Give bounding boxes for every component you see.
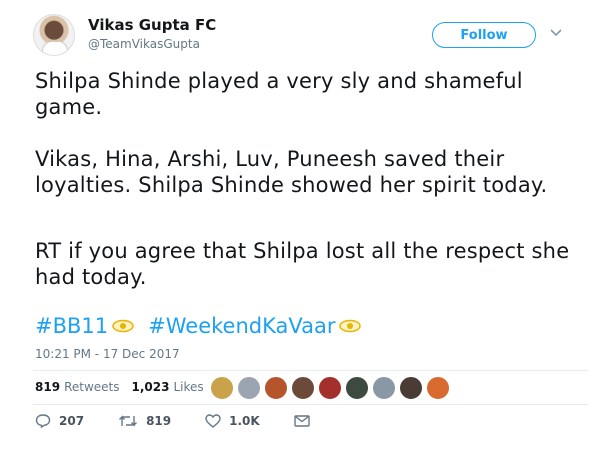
likes-count[interactable]: 1,023 [132, 380, 170, 394]
divider [33, 404, 588, 405]
like-count: 1.0K [229, 414, 260, 428]
account-handle[interactable]: @TeamVikasGupta [88, 37, 200, 51]
envelope-icon [293, 415, 310, 427]
tweet-paragraph: RT if you agree that Shilpa lost all the… [35, 239, 570, 289]
account-name[interactable]: Vikas Gupta FC [88, 16, 216, 34]
tweet-paragraph: Vikas, Hina, Arshi, Luv, Puneesh saved t… [35, 147, 548, 197]
hashtag-link[interactable]: #BB11 [35, 314, 108, 338]
retweets-count[interactable]: 819 [35, 380, 60, 394]
eye-emoji-icon [112, 319, 134, 333]
avatar[interactable] [33, 14, 75, 56]
tweet-card: Vikas Gupta FC @TeamVikasGupta Follow Sh… [0, 0, 600, 450]
retweet-icon [119, 415, 138, 427]
action-bar: 207 819 1.0K [35, 414, 352, 428]
tweet-paragraph: Shilpa Shinde played a very sly and sham… [35, 69, 523, 119]
hashtags: #BB11 #WeekendKaVaar [35, 314, 375, 338]
reply-count: 207 [59, 414, 85, 428]
liker-avatar[interactable] [237, 376, 261, 400]
liker-avatar[interactable] [345, 376, 369, 400]
liker-avatar[interactable] [264, 376, 288, 400]
direct-message-button[interactable] [293, 415, 318, 427]
tweet-timestamp[interactable]: 10:21 PM - 17 Dec 2017 [35, 347, 180, 361]
reply-button[interactable]: 207 [35, 414, 84, 428]
follow-button[interactable]: Follow [432, 22, 536, 48]
eye-emoji-icon [339, 319, 362, 333]
hashtag-link[interactable]: #WeekendKaVaar [148, 314, 335, 338]
likes-label[interactable]: Likes [173, 380, 203, 394]
liker-avatar[interactable] [399, 376, 423, 400]
retweets-label[interactable]: Retweets [64, 380, 119, 394]
liker-avatar[interactable] [372, 376, 396, 400]
liker-avatar[interactable] [291, 376, 315, 400]
engagement-stats: 819 Retweets 1,023 Likes [35, 380, 204, 394]
liker-avatar[interactable] [426, 376, 450, 400]
divider [33, 370, 588, 371]
liker-avatars [210, 376, 453, 400]
like-button[interactable]: 1.0K [205, 414, 260, 428]
retweet-button[interactable]: 819 [118, 414, 171, 428]
liker-avatar[interactable] [210, 376, 234, 400]
reply-icon [35, 414, 51, 428]
chevron-down-icon[interactable] [549, 26, 563, 40]
heart-icon [205, 414, 221, 428]
retweet-count: 819 [146, 414, 172, 428]
liker-avatar[interactable] [318, 376, 342, 400]
